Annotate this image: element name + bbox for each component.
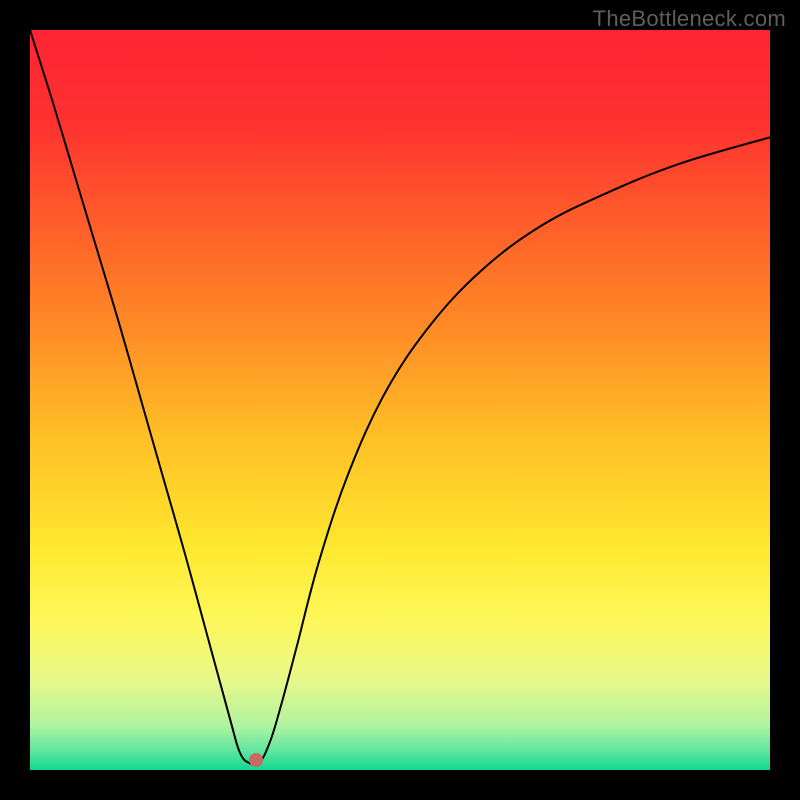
optimal-point-marker (249, 753, 263, 767)
bottleneck-curve (30, 30, 770, 770)
plot-area (30, 30, 770, 770)
watermark-text: TheBottleneck.com (593, 6, 786, 32)
chart-frame: TheBottleneck.com (0, 0, 800, 800)
